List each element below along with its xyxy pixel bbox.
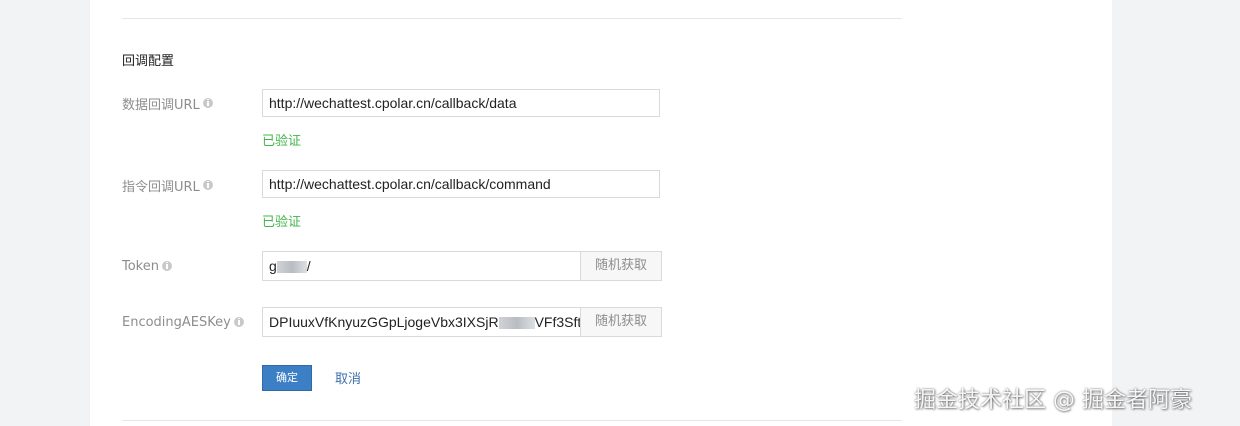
confirm-button[interactable]: 确定 [262,365,312,391]
token-random-button[interactable]: 随机获取 [580,252,661,280]
token-value-end: / [306,258,311,274]
aes-key-label: EncodingAESKey [122,314,244,330]
data-url-label: 数据回调URL [122,95,213,113]
command-url-label: 指令回调URL [122,177,213,195]
data-url-verified-status: 已验证 [262,134,302,149]
aes-key-value-end: VFf3Sft [534,314,580,330]
data-url-label-text: 数据回调URL [122,97,200,113]
command-url-verified-status: 已验证 [262,215,302,230]
aes-key-input-group: DPIuuxVfKnyuzGGpLjogeVbx3IXSjR VFf3Sft 随机… [262,307,662,337]
data-url-input[interactable]: http://wechattest.cpolar.cn/callback/dat… [262,89,660,117]
info-icon[interactable] [162,261,172,271]
section-title: 回调配置 [122,54,175,69]
token-label-text: Token [122,258,159,274]
redacted-mask [498,317,535,330]
bottom-divider [122,420,902,421]
token-value-start: g [269,258,277,274]
info-icon[interactable] [202,98,213,108]
info-icon[interactable] [233,317,244,327]
token-input-group: g / 随机获取 [262,251,662,281]
settings-panel [90,0,1112,426]
token-label: Token [122,258,172,274]
token-input[interactable]: g / [263,252,580,280]
aes-key-label-text: EncodingAESKey [122,314,231,330]
cancel-link[interactable]: 取消 [335,368,361,387]
aes-key-random-button[interactable]: 随机获取 [580,308,661,336]
watermark: 掘金技术社区 @ 掘金者阿豪 [914,388,1192,413]
top-divider [122,18,902,19]
redacted-mask [276,261,307,274]
info-icon[interactable] [202,180,213,190]
command-url-input[interactable]: http://wechattest.cpolar.cn/callback/com… [262,170,660,198]
aes-key-input[interactable]: DPIuuxVfKnyuzGGpLjogeVbx3IXSjR VFf3Sft [263,308,580,336]
command-url-label-text: 指令回调URL [122,179,200,195]
aes-key-value-start: DPIuuxVfKnyuzGGpLjogeVbx3IXSjR [269,314,499,330]
